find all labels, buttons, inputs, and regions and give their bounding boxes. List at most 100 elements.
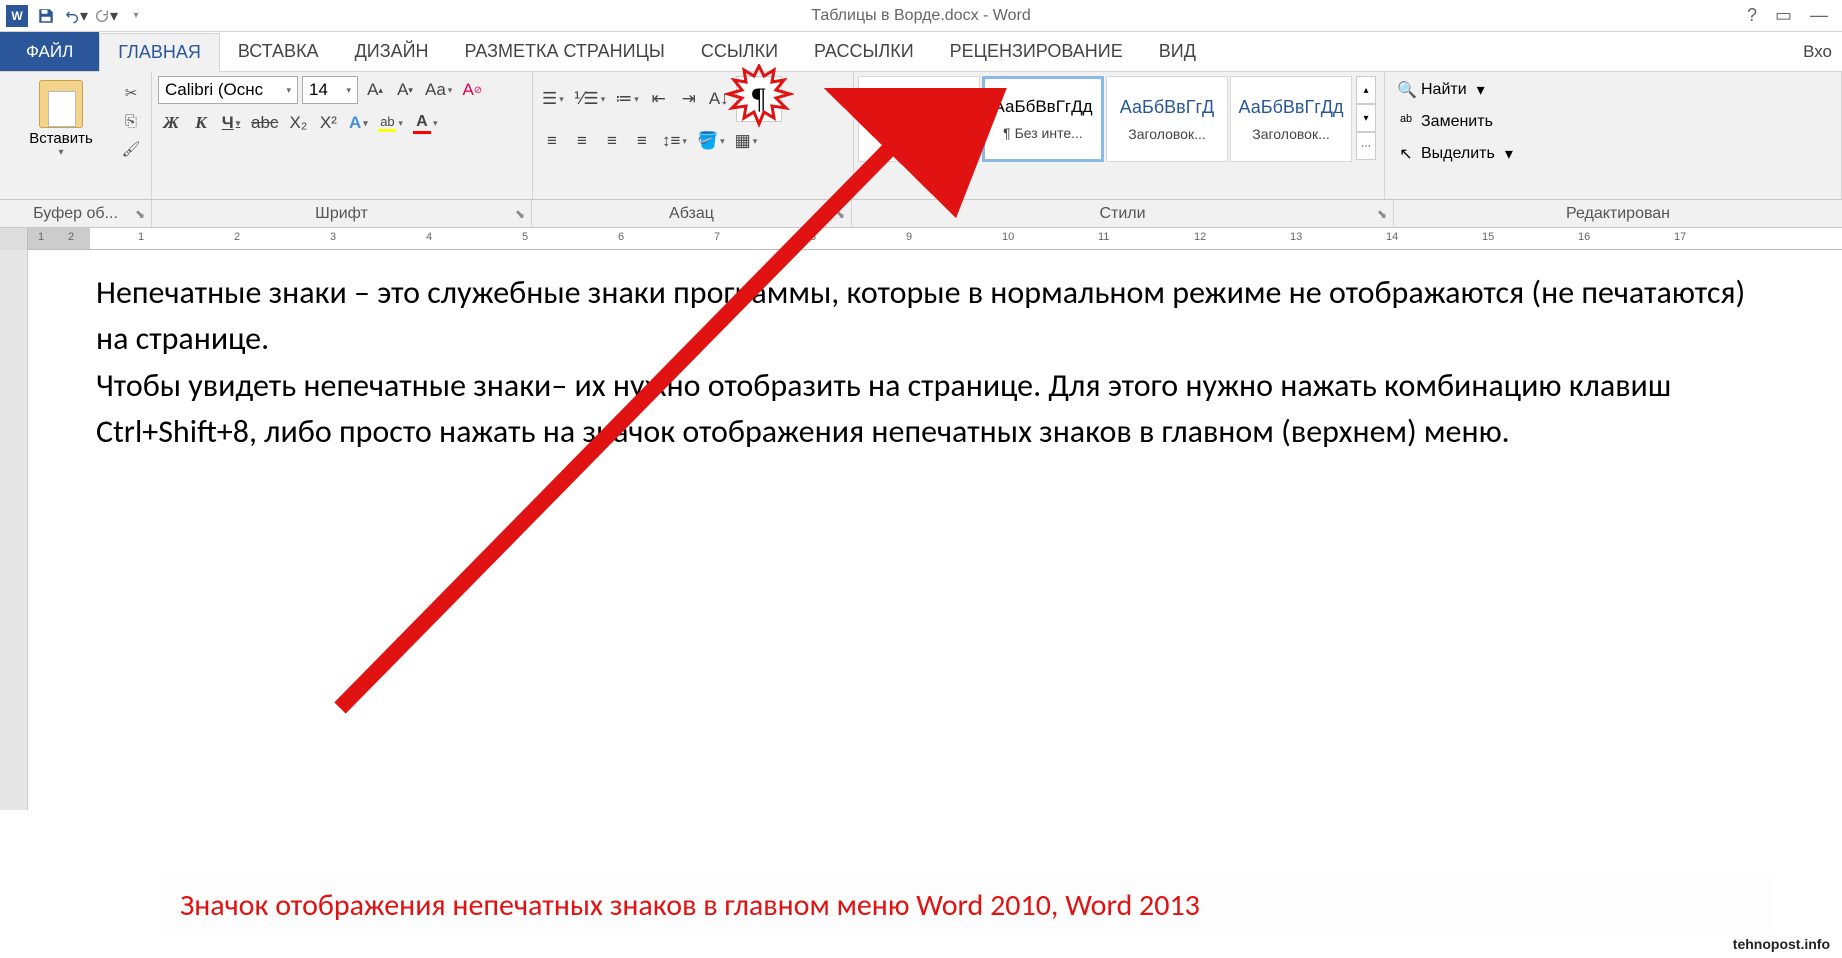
label-paragraph: Абзац⬊ <box>532 200 852 227</box>
ruler-number: 8 <box>810 231 816 243</box>
line-spacing-icon[interactable]: ↕≡▾ <box>659 128 690 154</box>
ruler-number: 15 <box>1482 231 1494 243</box>
word-app-icon[interactable]: W <box>6 5 28 27</box>
paste-button[interactable]: Вставить <box>29 130 93 147</box>
dropdown-icon[interactable]: ▾ <box>80 6 88 26</box>
borders-icon[interactable]: ▦▾ <box>732 128 761 154</box>
tab-references[interactable]: ССЫЛКИ <box>683 32 796 71</box>
show-hide-formatting-button[interactable]: ¶ <box>736 76 782 122</box>
bullets-icon[interactable]: ☰▾ <box>539 86 567 112</box>
ruler-number: 11 <box>1098 231 1109 243</box>
style-scroll-up-icon[interactable]: ▴ <box>1356 76 1376 104</box>
style-normal[interactable]: АаБбВвГгДд ¶ Обычный <box>858 76 980 162</box>
ruler-number: 17 <box>1674 231 1686 243</box>
shading-icon[interactable]: 🪣▾ <box>694 128 728 154</box>
tab-file[interactable]: ФАЙЛ <box>0 32 99 71</box>
title-bar: W ▾ ▾ ▾ Таблицы в Ворде.docx - Word ? ▭ … <box>0 0 1842 32</box>
sign-in[interactable]: Вхо <box>1803 42 1842 62</box>
italic-button[interactable]: К <box>188 110 214 136</box>
style-heading1[interactable]: АаБбВвГгД Заголовок... <box>1106 76 1228 162</box>
save-icon[interactable] <box>34 4 58 28</box>
highlight-color-icon[interactable]: ab▾ <box>375 110 406 136</box>
strikethrough-button[interactable]: abc <box>248 110 281 136</box>
dialog-launcher-icon[interactable]: ⬊ <box>835 207 845 221</box>
document-paragraph: Чтобы увидеть непечатные знаки– их нужно… <box>96 363 1752 456</box>
[interactable]: 121234567891011121314151617 <box>28 228 1842 250</box>
grow-font-icon[interactable]: A▴ <box>362 77 388 103</box>
justify-icon[interactable]: ≡ <box>629 128 655 154</box>
annotation-caption: Значок отображения непечатных знаков в г… <box>160 877 1772 934</box>
superscript-button[interactable]: X² <box>315 110 341 136</box>
replace-button[interactable]: ᵃᵇЗаменить <box>1391 108 1499 136</box>
ribbon-collapse-icon[interactable]: ▭ <box>1775 5 1792 26</box>
font-name-combo[interactable]: Calibri (Оснс▾ <box>158 76 298 104</box>
ribbon-group-labels: Буфер об...⬊ Шрифт⬊ Абзац⬊ Стили⬊ Редакт… <box>0 200 1842 228</box>
paste-icon[interactable] <box>39 80 83 128</box>
style-scroll-down-icon[interactable]: ▾ <box>1356 104 1376 132</box>
replace-icon: ᵃᵇ <box>1397 113 1415 131</box>
clear-formatting-icon[interactable]: A⊘ <box>459 77 485 103</box>
ruler-number: 14 <box>1386 231 1398 243</box>
tab-view[interactable]: ВИД <box>1141 32 1214 71</box>
select-button[interactable]: ↖Выделить▾ <box>1391 140 1519 168</box>
group-styles: АаБбВвГгДд ¶ Обычный АаБбВвГгДд ¶ Без ин… <box>854 72 1385 199</box>
style-gallery: АаБбВвГгДд ¶ Обычный АаБбВвГгДд ¶ Без ин… <box>858 76 1376 162</box>
style-heading2[interactable]: АаБбВвГгДд Заголовок... <box>1230 76 1352 162</box>
text-effects-icon[interactable]: A▾ <box>345 110 371 136</box>
dialog-launcher-icon[interactable]: ⬊ <box>515 207 525 221</box>
group-paragraph: ☰▾ ⅟☰▾ ≔▾ ⇤ ⇥ A↓ ¶ ≡ ≡ ≡ ≡ ↕≡▾ 🪣▾ <box>533 72 854 199</box>
font-size-combo[interactable]: 14▾ <box>302 76 358 104</box>
paste-dropdown-icon[interactable]: ▾ <box>58 147 63 158</box>
copy-icon[interactable]: ⎘ <box>120 110 142 132</box>
qat-customize-icon[interactable]: ▾ <box>124 4 148 28</box>
ribbon-tabs: ФАЙЛ ГЛАВНАЯ ВСТАВКА ДИЗАЙН РАЗМЕТКА СТР… <box>0 32 1842 72</box>
help-icon[interactable]: ? <box>1747 5 1757 26</box>
align-right-icon[interactable]: ≡ <box>599 128 625 154</box>
cut-icon[interactable]: ✂ <box>120 82 142 104</box>
document-title: Таблицы в Ворде.docx - Word <box>811 7 1030 25</box>
bold-button[interactable]: Ж <box>158 110 184 136</box>
tab-home[interactable]: ГЛАВНАЯ <box>99 33 220 72</box>
dropdown-icon[interactable]: ▾ <box>110 6 118 26</box>
dialog-launcher-icon[interactable]: ⬊ <box>1377 207 1387 221</box>
undo-icon[interactable]: ▾ <box>64 4 88 28</box>
ruler-number: 5 <box>522 231 528 243</box>
increase-indent-icon[interactable]: ⇥ <box>676 86 702 112</box>
tab-review[interactable]: РЕЦЕНЗИРОВАНИЕ <box>932 32 1141 71</box>
tab-mailings[interactable]: РАССЫЛКИ <box>796 32 932 71</box>
align-left-icon[interactable]: ≡ <box>539 128 565 154</box>
style-no-spacing[interactable]: АаБбВвГгДд ¶ Без инте... <box>982 76 1104 162</box>
ruler-number: 13 <box>1290 231 1302 243</box>
font-color-icon[interactable]: A▾ <box>410 110 441 136</box>
sort-icon[interactable]: A↓ <box>706 86 732 112</box>
tab-insert[interactable]: ВСТАВКА <box>220 32 337 71</box>
minimize-icon[interactable]: — <box>1810 5 1828 26</box>
quick-access-toolbar: W ▾ ▾ ▾ <box>0 4 148 28</box>
style-gallery-more-icon[interactable]: ⋯ <box>1356 132 1376 160</box>
ruler-number: 12 <box>1194 231 1206 243</box>
ribbon: Вставить ▾ ✂ ⎘ 🖌 Calibri (Оснс▾ 14▾ A▴ A… <box>0 72 1842 200</box>
redo-icon[interactable]: ▾ <box>94 4 118 28</box>
change-case-icon[interactable]: Aa▾ <box>422 77 455 103</box>
tab-layout[interactable]: РАЗМЕТКА СТРАНИЦЫ <box>447 32 683 71</box>
group-clipboard: Вставить ▾ ✂ ⎘ 🖌 <box>0 72 152 199</box>
tab-design[interactable]: ДИЗАЙН <box>337 32 447 71</box>
numbering-icon[interactable]: ⅟☰▾ <box>571 86 608 112</box>
horizontal-ruler-area: 121234567891011121314151617 <box>0 228 1842 250</box>
vertical-ruler[interactable] <box>0 250 28 810</box>
decrease-indent-icon[interactable]: ⇤ <box>646 86 672 112</box>
underline-button[interactable]: Ч▾ <box>218 110 244 136</box>
ruler-number: 2 <box>68 231 74 243</box>
find-icon: 🔍 <box>1397 80 1415 100</box>
align-center-icon[interactable]: ≡ <box>569 128 595 154</box>
group-font: Calibri (Оснс▾ 14▾ A▴ A▾ Aa▾ A⊘ Ж К Ч▾ a… <box>152 72 533 199</box>
find-button[interactable]: 🔍Найти▾ <box>1391 76 1491 104</box>
ruler-number: 16 <box>1578 231 1590 243</box>
format-painter-icon[interactable]: 🖌 <box>120 138 142 160</box>
multilevel-list-icon[interactable]: ≔▾ <box>612 86 642 112</box>
shrink-font-icon[interactable]: A▾ <box>392 77 418 103</box>
document-page[interactable]: Непечатные знаки – это служебные знаки п… <box>28 250 1842 810</box>
dialog-launcher-icon[interactable]: ⬊ <box>135 207 145 221</box>
label-font: Шрифт⬊ <box>152 200 532 227</box>
subscript-button[interactable]: X₂ <box>285 110 311 136</box>
